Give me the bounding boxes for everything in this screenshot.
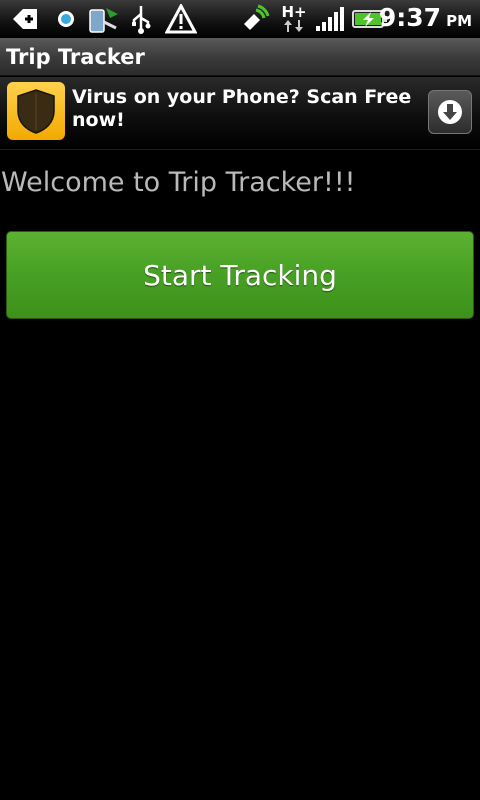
clock: 9:37 PM	[379, 3, 472, 35]
app-title: Trip Tracker	[6, 44, 145, 69]
download-icon[interactable]	[428, 90, 472, 134]
shield-icon[interactable]	[7, 82, 65, 140]
status-bar: H+ 9:37 PM	[0, 0, 480, 39]
start-tracking-button[interactable]: Start Tracking	[6, 231, 474, 319]
network-type-label: H+	[281, 3, 307, 21]
signal-bars-icon	[314, 4, 346, 34]
app-title-bar: Trip Tracker	[0, 38, 480, 76]
back-arrow-icon	[10, 4, 40, 34]
start-tracking-label: Start Tracking	[143, 258, 337, 292]
data-arrows-icon: H+	[280, 4, 308, 34]
gps-signal-icon	[240, 4, 270, 34]
ad-text[interactable]: Virus on your Phone? Scan Free now!	[72, 86, 412, 132]
ad-banner[interactable]: Virus on your Phone? Scan Free now!	[0, 77, 480, 150]
usb-icon	[128, 4, 154, 34]
warning-icon	[164, 4, 198, 34]
clock-time: 9:37	[378, 3, 442, 32]
sync-phone-icon	[86, 4, 122, 34]
record-dot-icon	[54, 4, 78, 34]
clock-ampm: PM	[446, 12, 472, 30]
welcome-text: Welcome to Trip Tracker!!!	[1, 167, 356, 198]
